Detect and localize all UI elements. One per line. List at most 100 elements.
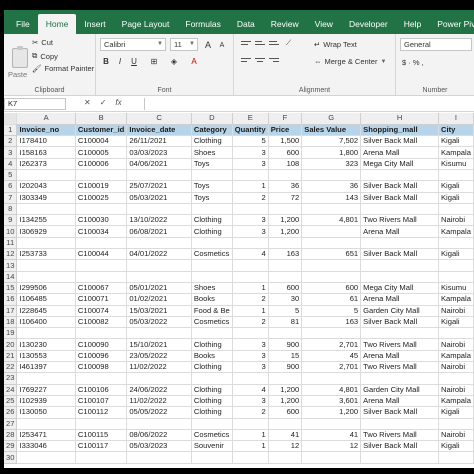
cell[interactable]: Nairobi [438,338,474,351]
cell[interactable]: Clothing [191,395,233,408]
cell[interactable]: 1,200 [268,214,303,227]
cell[interactable] [191,327,233,340]
column-title-cell[interactable]: Category [191,124,233,137]
cell[interactable] [268,259,303,272]
cell[interactable] [75,237,128,250]
cell[interactable]: 3 [232,225,269,238]
cell[interactable]: 45 [301,350,362,363]
cell[interactable] [191,237,233,250]
cell[interactable]: 72 [268,192,303,204]
cell[interactable]: 2 [232,406,269,419]
cell[interactable]: Cosmetics [191,248,233,261]
cell[interactable]: Kigali [438,192,474,204]
cell[interactable]: 1 [232,440,269,453]
row-header[interactable]: 14 [4,271,18,283]
cell[interactable] [438,169,474,182]
row-header[interactable]: 5 [4,169,18,182]
tab-page-layout[interactable]: Page Layout [114,14,178,34]
column-header-e[interactable]: E [232,113,269,125]
cell[interactable]: C100006 [75,158,128,170]
cell[interactable]: I253733 [16,248,76,261]
cell[interactable]: 13/10/2022 [126,214,192,227]
cell[interactable]: 2 [232,293,269,306]
copy-button[interactable]: ⧉ Copy [32,51,58,61]
cell[interactable]: 36 [301,180,362,193]
cell[interactable]: I130050 [16,406,76,419]
cell[interactable] [191,169,233,182]
cell[interactable] [126,259,192,272]
cell[interactable]: C100034 [75,225,128,238]
cell[interactable] [301,225,362,238]
cell[interactable] [75,372,128,385]
column-header-g[interactable]: G [301,113,362,125]
cell[interactable] [438,259,474,272]
cell[interactable] [360,259,439,272]
cell[interactable]: 5 [268,305,303,317]
cell[interactable]: 24/06/2022 [126,384,192,396]
align-top-icon[interactable] [240,39,252,49]
cell[interactable] [438,203,474,216]
cell[interactable]: C100074 [75,305,128,317]
cell[interactable] [360,203,439,216]
cell[interactable]: 3 [232,350,269,363]
cell[interactable]: I769227 [16,384,76,396]
cell[interactable]: Clothing [191,214,233,227]
fill-color-icon[interactable]: ◈ [168,56,180,68]
cell[interactable]: Kampala [438,350,474,363]
cell[interactable]: Arena Mall [360,146,439,159]
cell[interactable] [360,451,439,464]
row-header[interactable]: 10 [4,225,18,238]
cell[interactable]: 2,701 [301,361,362,374]
cell[interactable]: I228645 [16,305,76,317]
name-box[interactable]: K7 [4,98,66,110]
cell[interactable] [75,259,128,272]
cell[interactable]: C100082 [75,316,128,329]
cell[interactable] [16,372,76,385]
underline-button[interactable]: U [128,56,140,68]
row-header[interactable]: 21 [4,350,18,363]
formula-input[interactable] [144,98,474,110]
cell[interactable]: 5 [232,135,269,148]
cell[interactable] [232,372,269,385]
cell[interactable] [126,451,192,464]
italic-button[interactable]: I [114,56,126,68]
cell[interactable]: Garden City Mall [360,305,439,317]
cell[interactable] [75,418,128,430]
cell[interactable]: Arena Mall [360,350,439,363]
cell[interactable] [360,169,439,182]
cell[interactable] [191,271,233,283]
cell[interactable]: I130553 [16,350,76,363]
cell[interactable] [268,271,303,283]
row-header[interactable]: 30 [4,451,18,464]
tab-formulas[interactable]: Formulas [177,14,228,34]
cell[interactable] [301,169,362,182]
column-header-a[interactable]: A [16,113,76,125]
cell[interactable] [126,169,192,182]
column-title-cell[interactable]: Shopping_mall [360,124,439,137]
cell[interactable] [126,418,192,430]
align-center-icon[interactable] [254,56,266,66]
paste-button[interactable]: Paste [8,70,27,79]
cell[interactable]: Silver Back Mall [360,180,439,193]
cell[interactable]: Mega City Mall [360,282,439,295]
cell[interactable] [268,203,303,216]
cell[interactable]: Kigali [438,135,474,148]
column-title-cell[interactable]: Customer_id [75,124,128,137]
cell[interactable] [75,271,128,283]
cell[interactable]: 11/02/2022 [126,395,192,408]
cell[interactable]: 163 [268,248,303,261]
cell[interactable]: 03/03/2023 [126,146,192,159]
cell[interactable]: 3 [232,214,269,227]
cell[interactable]: C100030 [75,214,128,227]
tab-view[interactable]: View [307,14,341,34]
cell[interactable]: C100107 [75,395,128,408]
cell[interactable] [16,169,76,182]
cell[interactable]: I253471 [16,429,76,442]
cell[interactable]: Clothing [191,406,233,419]
cell[interactable]: Kampala [438,225,474,238]
cell[interactable]: 3 [232,146,269,159]
bold-button[interactable]: B [100,56,112,68]
select-all-corner[interactable] [4,113,18,125]
cell[interactable]: 900 [268,338,303,351]
row-header[interactable]: 13 [4,259,18,272]
